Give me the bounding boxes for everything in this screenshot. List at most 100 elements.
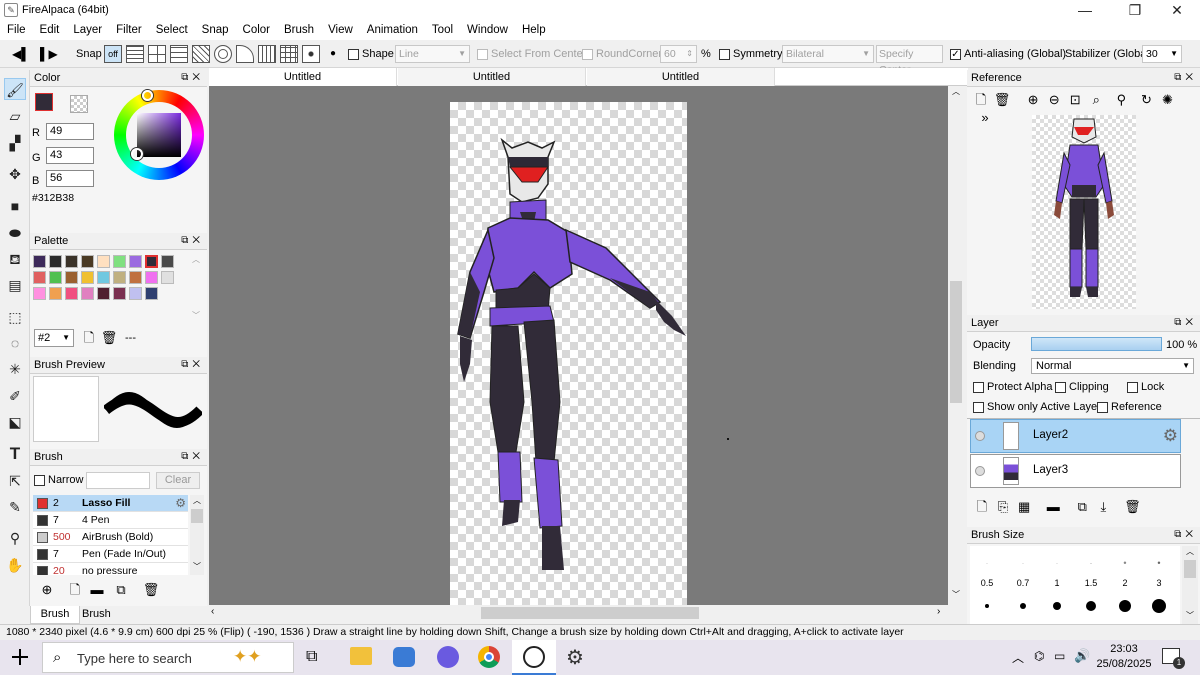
panel-close-icon[interactable]: ⧉✕ bbox=[1174, 315, 1197, 331]
menu-filter[interactable]: Filter bbox=[109, 22, 149, 38]
shape-toggle[interactable]: Shape bbox=[348, 44, 394, 64]
palette-swatch[interactable] bbox=[129, 287, 142, 300]
size-dot[interactable]: · bbox=[972, 558, 1002, 568]
hue-handle[interactable] bbox=[142, 90, 153, 101]
shape-dropdown[interactable]: Line ▼ bbox=[395, 45, 470, 63]
eyedropper-tool-icon[interactable]: ⚲ bbox=[4, 527, 26, 549]
palette-swatch[interactable] bbox=[49, 287, 62, 300]
snap-settings-icon[interactable]: ● bbox=[330, 44, 336, 64]
size-label[interactable]: 2 bbox=[1110, 578, 1140, 588]
network-icon[interactable]: ⌬ bbox=[1034, 649, 1044, 663]
scroll-down-icon[interactable]: ﹀ bbox=[1182, 610, 1198, 621]
palette-swatch[interactable] bbox=[81, 271, 94, 284]
panel-close-icon[interactable]: ⧉✕ bbox=[1174, 70, 1197, 86]
palette-swatch[interactable] bbox=[129, 255, 142, 268]
close-button[interactable]: ✕ bbox=[1154, 0, 1200, 22]
select-from-center-toggle[interactable]: Select From Center bbox=[477, 44, 586, 64]
snap-diagonal-icon[interactable] bbox=[192, 45, 210, 63]
foreground-color-swatch[interactable] bbox=[35, 93, 53, 111]
zoom-fit-icon[interactable]: ⊡ bbox=[1066, 91, 1084, 109]
scroll-down-icon[interactable]: ﹀ bbox=[192, 310, 200, 321]
dot-tool-icon[interactable]: ▞ bbox=[4, 132, 26, 154]
settings-icon[interactable]: ✺ bbox=[1159, 91, 1177, 109]
palette-swatch[interactable] bbox=[97, 271, 110, 284]
palette-swatch[interactable] bbox=[97, 287, 110, 300]
size-label[interactable]: 1 bbox=[1042, 578, 1072, 588]
new-layer-icon[interactable]: 🗋 bbox=[973, 498, 991, 516]
size-preview-dot[interactable] bbox=[1053, 602, 1061, 610]
palette-swatch[interactable] bbox=[33, 287, 46, 300]
scroll-down-icon[interactable]: ﹀ bbox=[948, 589, 964, 600]
show-only-active-toggle[interactable]: Show only Active Layer bbox=[973, 401, 1101, 413]
palette-swatch[interactable] bbox=[113, 287, 126, 300]
merge-down-icon[interactable]: ⤓ bbox=[1094, 498, 1112, 516]
menu-snap[interactable]: Snap bbox=[195, 22, 236, 38]
panel-close-icon[interactable]: ⧉✕ bbox=[1174, 527, 1197, 543]
brush-tool-icon[interactable]: 🖌 bbox=[4, 78, 26, 100]
zoom-actual-icon[interactable]: ⌕ bbox=[1087, 91, 1105, 109]
palette-swatch[interactable] bbox=[113, 271, 126, 284]
canvas-horizontal-scrollbar[interactable]: ‹ › bbox=[209, 605, 948, 621]
bucket-tool-icon[interactable]: ⛾ bbox=[4, 248, 26, 270]
menu-edit[interactable]: Edit bbox=[33, 22, 67, 38]
snap-grid-icon[interactable] bbox=[280, 45, 298, 63]
new-1bit-layer-icon[interactable]: ▦ bbox=[1015, 498, 1033, 516]
chrome-icon[interactable] bbox=[478, 646, 500, 668]
maximize-button[interactable]: ❐ bbox=[1112, 0, 1158, 22]
opacity-slider[interactable] bbox=[1031, 337, 1162, 351]
scroll-right-icon[interactable]: › bbox=[937, 606, 940, 617]
size-dot[interactable]: · bbox=[1008, 558, 1038, 568]
zoom-in-icon[interactable]: ⊕ bbox=[1024, 91, 1042, 109]
more-icon[interactable]: » bbox=[976, 109, 994, 127]
palette-swatch[interactable] bbox=[161, 271, 174, 284]
gradient-tool-icon[interactable]: ▤ bbox=[4, 274, 26, 296]
palette-swatch[interactable] bbox=[113, 255, 126, 268]
canvas-vertical-scrollbar[interactable]: ︿ ﹀ bbox=[948, 86, 964, 605]
menu-file[interactable]: File bbox=[0, 22, 33, 38]
lasso-tool-icon[interactable]: ◌ bbox=[4, 332, 26, 354]
size-preview-dot[interactable] bbox=[1119, 600, 1131, 612]
snap-off-button[interactable]: off bbox=[104, 45, 122, 63]
discord-icon[interactable] bbox=[437, 646, 459, 668]
size-preview-dot[interactable] bbox=[1020, 603, 1026, 609]
brush-item[interactable]: 20 no pressure bbox=[33, 563, 188, 575]
document-canvas[interactable] bbox=[450, 102, 687, 605]
tab-untitled-3[interactable]: Untitled bbox=[587, 68, 775, 86]
menu-help[interactable]: Help bbox=[515, 22, 553, 38]
clock-time[interactable]: 23:03 bbox=[1096, 643, 1152, 655]
gear-icon[interactable]: ⚙ bbox=[1163, 426, 1178, 446]
lock-checkbox[interactable] bbox=[1127, 381, 1138, 393]
palette-swatch[interactable] bbox=[145, 255, 158, 268]
size-label[interactable]: 0.7 bbox=[1008, 578, 1038, 588]
brush-item[interactable]: 500 AirBrush (Bold) bbox=[33, 529, 188, 546]
size-preview-dot[interactable] bbox=[1152, 599, 1166, 613]
brush-filter-input[interactable] bbox=[86, 472, 150, 489]
text-tool-icon[interactable]: T bbox=[4, 443, 26, 465]
symmetry-dropdown[interactable]: Bilateral ▼ bbox=[782, 45, 874, 63]
palette-swatch[interactable] bbox=[81, 255, 94, 268]
menu-animation[interactable]: Animation bbox=[360, 22, 425, 38]
divide-tool-icon[interactable]: ✎ bbox=[4, 496, 26, 518]
r-input[interactable]: 49 bbox=[46, 123, 94, 140]
settings-gear-icon[interactable]: ⚙ bbox=[566, 645, 584, 670]
notification-icon[interactable]: 1 bbox=[1162, 648, 1185, 669]
reference-layer-toggle[interactable]: Reference bbox=[1097, 401, 1162, 413]
brush-list-scrollbar[interactable]: ︿ ﹀ bbox=[190, 495, 204, 575]
antialias-toggle[interactable]: ✓ Anti-aliasing (Global) bbox=[950, 44, 1066, 64]
blending-dropdown[interactable]: Normal ▼ bbox=[1031, 358, 1194, 374]
size-preview-dot[interactable] bbox=[1086, 601, 1096, 611]
canvas-area[interactable] bbox=[209, 86, 948, 605]
layer-visibility-icon[interactable] bbox=[975, 466, 985, 476]
palette-swatch[interactable] bbox=[33, 255, 46, 268]
eraser-tool-icon[interactable]: ▱ bbox=[4, 105, 26, 127]
windows-start-icon[interactable] bbox=[12, 649, 28, 665]
g-input[interactable]: 43 bbox=[46, 147, 94, 164]
stabilizer-dropdown[interactable]: 30 ▼ bbox=[1142, 45, 1182, 63]
hand-tool-icon[interactable]: ✋ bbox=[4, 554, 26, 576]
snap-point-icon[interactable] bbox=[302, 45, 320, 63]
scroll-up-icon[interactable]: ︿ bbox=[1182, 546, 1198, 557]
palette-swatch[interactable] bbox=[65, 271, 78, 284]
saturation-value-square[interactable] bbox=[137, 113, 181, 157]
b-input[interactable]: 56 bbox=[46, 170, 94, 187]
protect-alpha-checkbox[interactable] bbox=[973, 381, 984, 393]
